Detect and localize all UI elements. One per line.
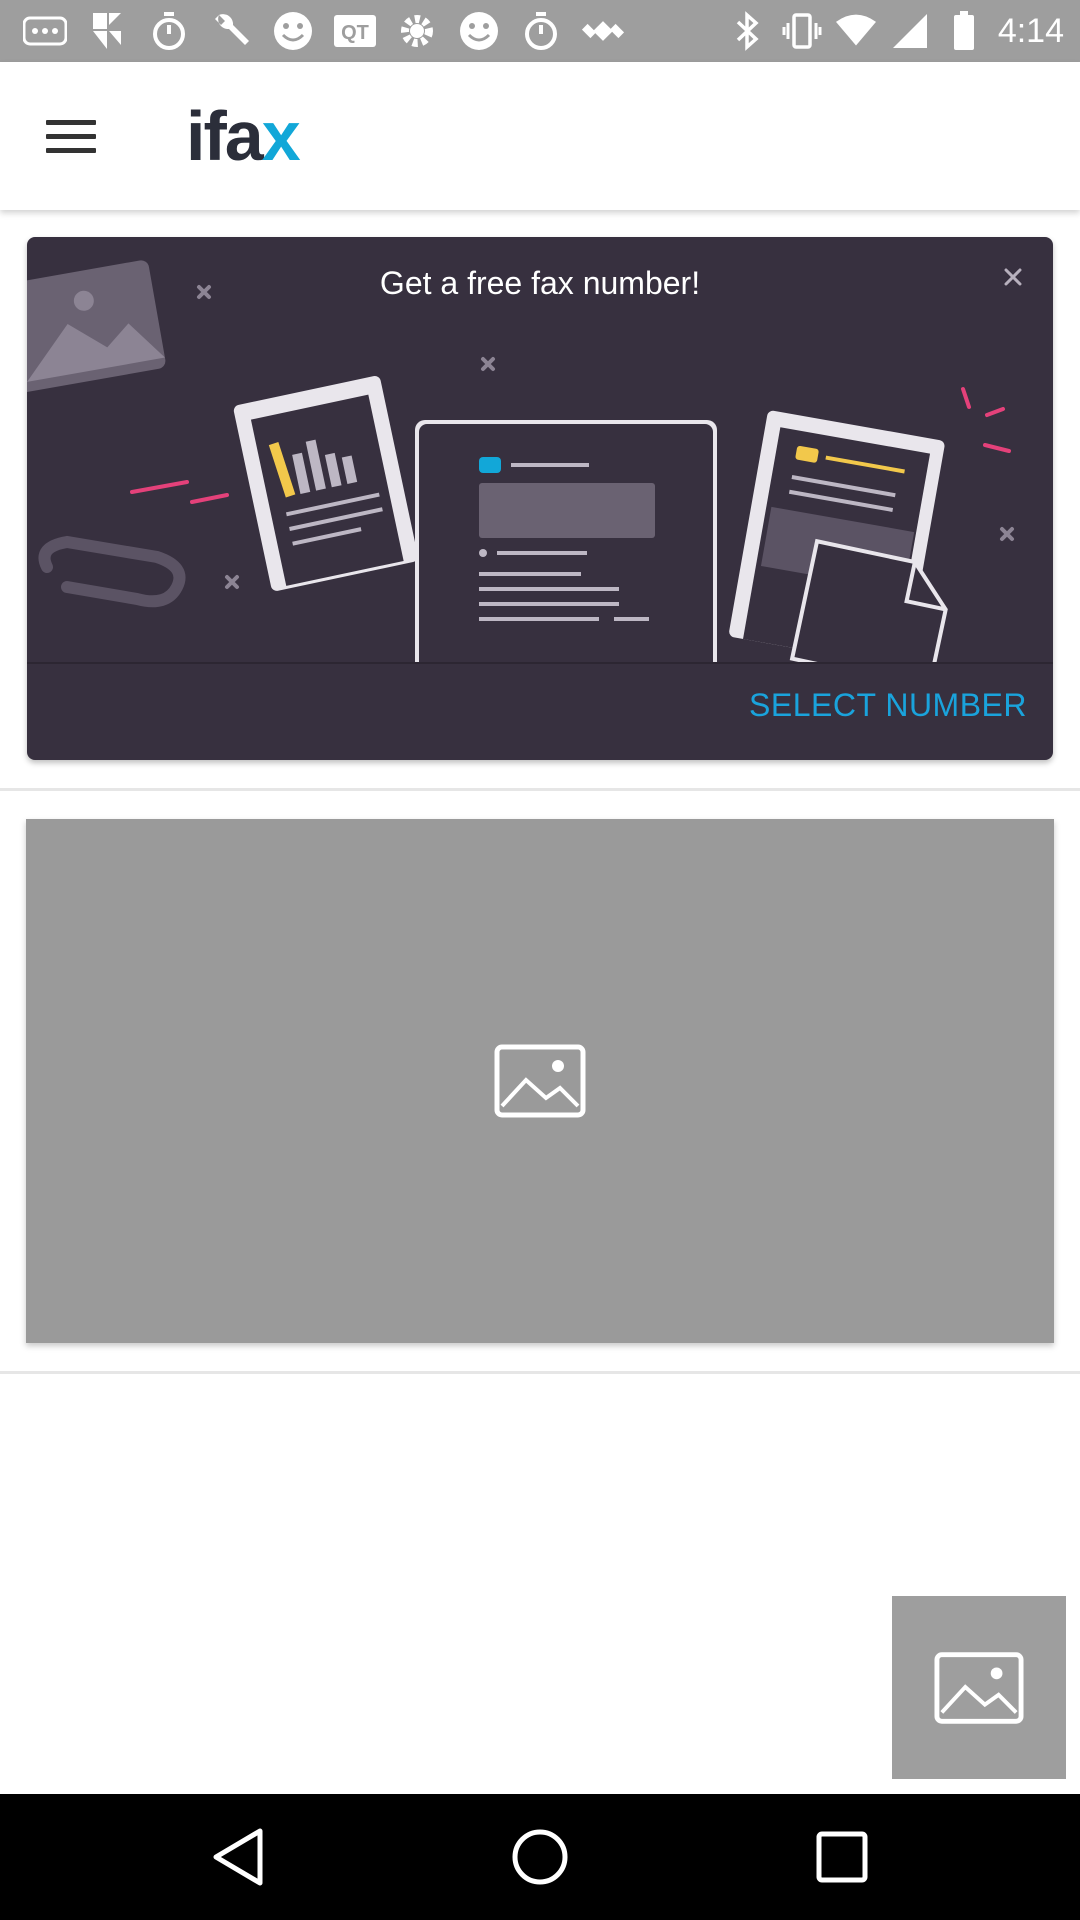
home-icon: [512, 1829, 568, 1885]
logo-accent: x: [261, 97, 301, 175]
app-logo: ifax: [186, 96, 301, 176]
divider: [27, 662, 1053, 664]
recents-icon: [816, 1831, 868, 1883]
satellite-icon: [580, 8, 626, 54]
wifi-icon: [835, 8, 876, 54]
more-dots-icon: [22, 8, 68, 54]
system-icons: 4:14: [728, 8, 1064, 54]
menu-button[interactable]: [40, 106, 104, 166]
status-bar: QT 4:14: [0, 0, 1080, 62]
app-bar: ifax: [0, 62, 1080, 210]
qt-icon: QT: [332, 8, 378, 54]
close-icon[interactable]: [995, 259, 1031, 295]
free-fax-number-card: Get a free fax number! SELECT NUMBER: [27, 237, 1053, 760]
image-placeholder-icon: [934, 1651, 1024, 1724]
divider: [0, 788, 1080, 791]
promo-title: Get a free fax number!: [379, 265, 701, 301]
select-number-button[interactable]: SELECT NUMBER: [749, 687, 1027, 724]
home-button[interactable]: [508, 1825, 572, 1889]
navigation-bar: [0, 1794, 1080, 1920]
gear-icon: [394, 8, 440, 54]
back-button[interactable]: [206, 1825, 270, 1889]
battery-icon: [944, 8, 984, 54]
logo-text: ifa: [186, 97, 264, 175]
timer-icon: [146, 8, 192, 54]
hamburger-icon-line: [46, 147, 96, 153]
signal-icon: [890, 8, 930, 54]
timer-icon: [518, 8, 564, 54]
recents-button[interactable]: [810, 1825, 874, 1889]
svg-text:QT: QT: [341, 22, 369, 44]
divider: [0, 1371, 1080, 1374]
clock: 4:14: [997, 11, 1064, 50]
hamburger-icon-line: [46, 133, 96, 139]
smiley-icon: [456, 8, 502, 54]
bluetooth-icon: [728, 8, 768, 54]
pinwheel-icon: [84, 8, 130, 54]
notification-icons: QT: [22, 8, 626, 54]
smiley-icon: [270, 8, 316, 54]
vibrate-icon: [782, 8, 822, 54]
image-thumbnail[interactable]: [892, 1596, 1066, 1779]
wrench-icon: [208, 8, 254, 54]
back-icon: [213, 1828, 263, 1886]
image-placeholder-card[interactable]: [26, 819, 1054, 1343]
hamburger-icon: [46, 119, 96, 125]
image-placeholder-icon: [494, 1044, 586, 1118]
